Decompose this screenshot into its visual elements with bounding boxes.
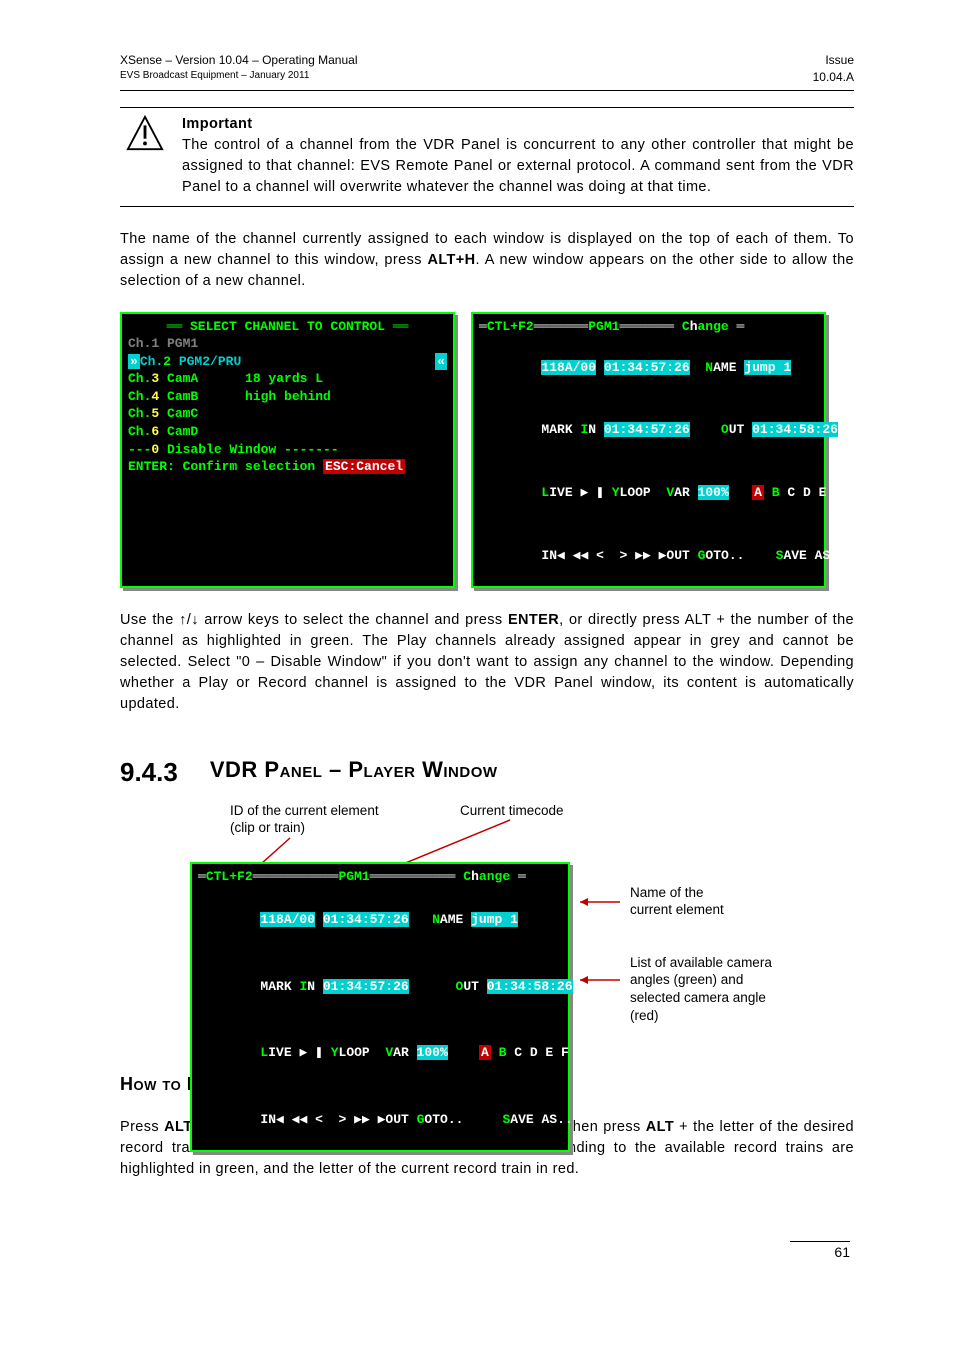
- page-footer: 61: [120, 1240, 854, 1260]
- var-value[interactable]: 100%: [698, 485, 729, 500]
- clip-id: 118A/00: [541, 360, 596, 375]
- clip-name[interactable]: jump 1: [471, 912, 518, 927]
- timecode: 01:34:57:26: [323, 912, 409, 927]
- list-item[interactable]: ---0 Disable Window -------: [128, 441, 447, 459]
- angle-b[interactable]: B: [772, 485, 780, 500]
- list-item[interactable]: Ch.5 CamC: [128, 405, 447, 423]
- ctl-f2[interactable]: CTL+F2: [487, 319, 534, 334]
- paragraph-usage: Use the ↑/↓ arrow keys to select the cha…: [120, 610, 854, 715]
- change-button[interactable]: Change: [682, 319, 737, 334]
- section-number: 9.4.3: [120, 757, 178, 788]
- mark-label: MARK: [260, 979, 299, 994]
- mark-label: MARK: [541, 422, 580, 437]
- timecode: 01:34:57:26: [604, 360, 690, 375]
- warning-icon: [120, 114, 170, 198]
- kbd-alt: ALT: [646, 1119, 674, 1135]
- player-panel-large[interactable]: ═CTL+F2═══════════PGM1═══════════ Change…: [190, 862, 570, 1152]
- save-as-button[interactable]: AVE AS..: [783, 548, 845, 563]
- nav-buttons[interactable]: IN◀ ◀◀ < > ▶▶ ▶OUT: [260, 1112, 416, 1127]
- list-item[interactable]: Ch.4 CamB high behind: [128, 388, 447, 406]
- save-as-button[interactable]: AVE AS..: [510, 1112, 572, 1127]
- name-label: NAME: [705, 360, 744, 375]
- angles-rest[interactable]: C D E F: [506, 1045, 568, 1060]
- header-sub: EVS Broadcast Equipment – January 2011: [120, 69, 358, 83]
- list-item[interactable]: Ch.3 CamA 18 yards L: [128, 370, 447, 388]
- in-tc[interactable]: 01:34:57:26: [604, 422, 690, 437]
- issue-label: Issue: [813, 52, 854, 69]
- pgm-label: PGM1: [338, 869, 369, 884]
- paragraph-intro: The name of the channel currently assign…: [120, 229, 854, 292]
- kbd-enter: ENTER: [508, 612, 559, 628]
- name-label: NAME: [432, 912, 471, 927]
- section-heading: 9.4.3 VDR Panel – Player Window: [120, 757, 854, 788]
- confirm-hint: ENTER: Confirm selection: [128, 459, 323, 474]
- list-item: Ch.1 PGM1: [128, 335, 447, 353]
- player-panel-small[interactable]: ═CTL+F2═══════PGM1═══════ Change ═ 118A/…: [471, 312, 826, 588]
- goto-button[interactable]: OTO..: [424, 1112, 494, 1127]
- important-note: Important The control of a channel from …: [120, 107, 854, 207]
- page-number: 61: [790, 1241, 850, 1260]
- angle-a[interactable]: A: [479, 1045, 491, 1060]
- important-body: The control of a channel from the VDR Pa…: [182, 135, 854, 198]
- esc-cancel[interactable]: ESC:Cancel: [323, 459, 405, 474]
- out-tc[interactable]: 01:34:58:26: [487, 979, 573, 994]
- important-title: Important: [182, 114, 854, 135]
- text: Press: [120, 1119, 164, 1135]
- player-window-diagram: ID of the current element(clip or train)…: [120, 802, 854, 1052]
- yloop-button[interactable]: LOOP: [339, 1045, 386, 1060]
- var-value[interactable]: 100%: [417, 1045, 448, 1060]
- label-angles: List of available cameraangles (green) a…: [630, 954, 772, 1024]
- change-button[interactable]: Change: [463, 869, 518, 884]
- panel-title: SELECT CHANNEL TO CONTROL: [190, 319, 385, 334]
- in-tc[interactable]: 01:34:57:26: [323, 979, 409, 994]
- live-button[interactable]: IVE ▶ ❚: [268, 1045, 330, 1060]
- live-button[interactable]: IVE ▶ ❚: [549, 485, 611, 500]
- clip-id: 118A/00: [260, 912, 315, 927]
- list-item[interactable]: Ch.6 CamD: [128, 423, 447, 441]
- out-tc[interactable]: 01:34:58:26: [752, 422, 838, 437]
- angle-a[interactable]: A: [752, 485, 764, 500]
- kbd-alth: ALT+H: [427, 252, 475, 268]
- nav-buttons[interactable]: IN◀ ◀◀ < > ▶▶ ▶OUT: [541, 548, 697, 563]
- pgm-label: PGM1: [588, 319, 619, 334]
- header-title: XSense – Version 10.04 – Operating Manua…: [120, 52, 358, 69]
- goto-button[interactable]: OTO..: [705, 548, 775, 563]
- angles-rest[interactable]: C D E F: [780, 485, 842, 500]
- label-name: Name of thecurrent element: [630, 884, 724, 919]
- list-item[interactable]: »Ch.2 PGM2/PRU«: [128, 353, 447, 371]
- ctl-f2[interactable]: CTL+F2: [206, 869, 253, 884]
- yloop-button[interactable]: LOOP: [620, 485, 667, 500]
- issue-num: 10.04.A: [813, 69, 854, 86]
- select-channel-panel[interactable]: ══ SELECT CHANNEL TO CONTROL ══ Ch.1 PGM…: [120, 312, 455, 588]
- section-title: VDR Panel – Player Window: [210, 757, 498, 788]
- clip-name[interactable]: jump 1: [744, 360, 791, 375]
- text: Use the ↑/↓ arrow keys to select the cha…: [120, 612, 508, 628]
- page-header: XSense – Version 10.04 – Operating Manua…: [120, 52, 854, 91]
